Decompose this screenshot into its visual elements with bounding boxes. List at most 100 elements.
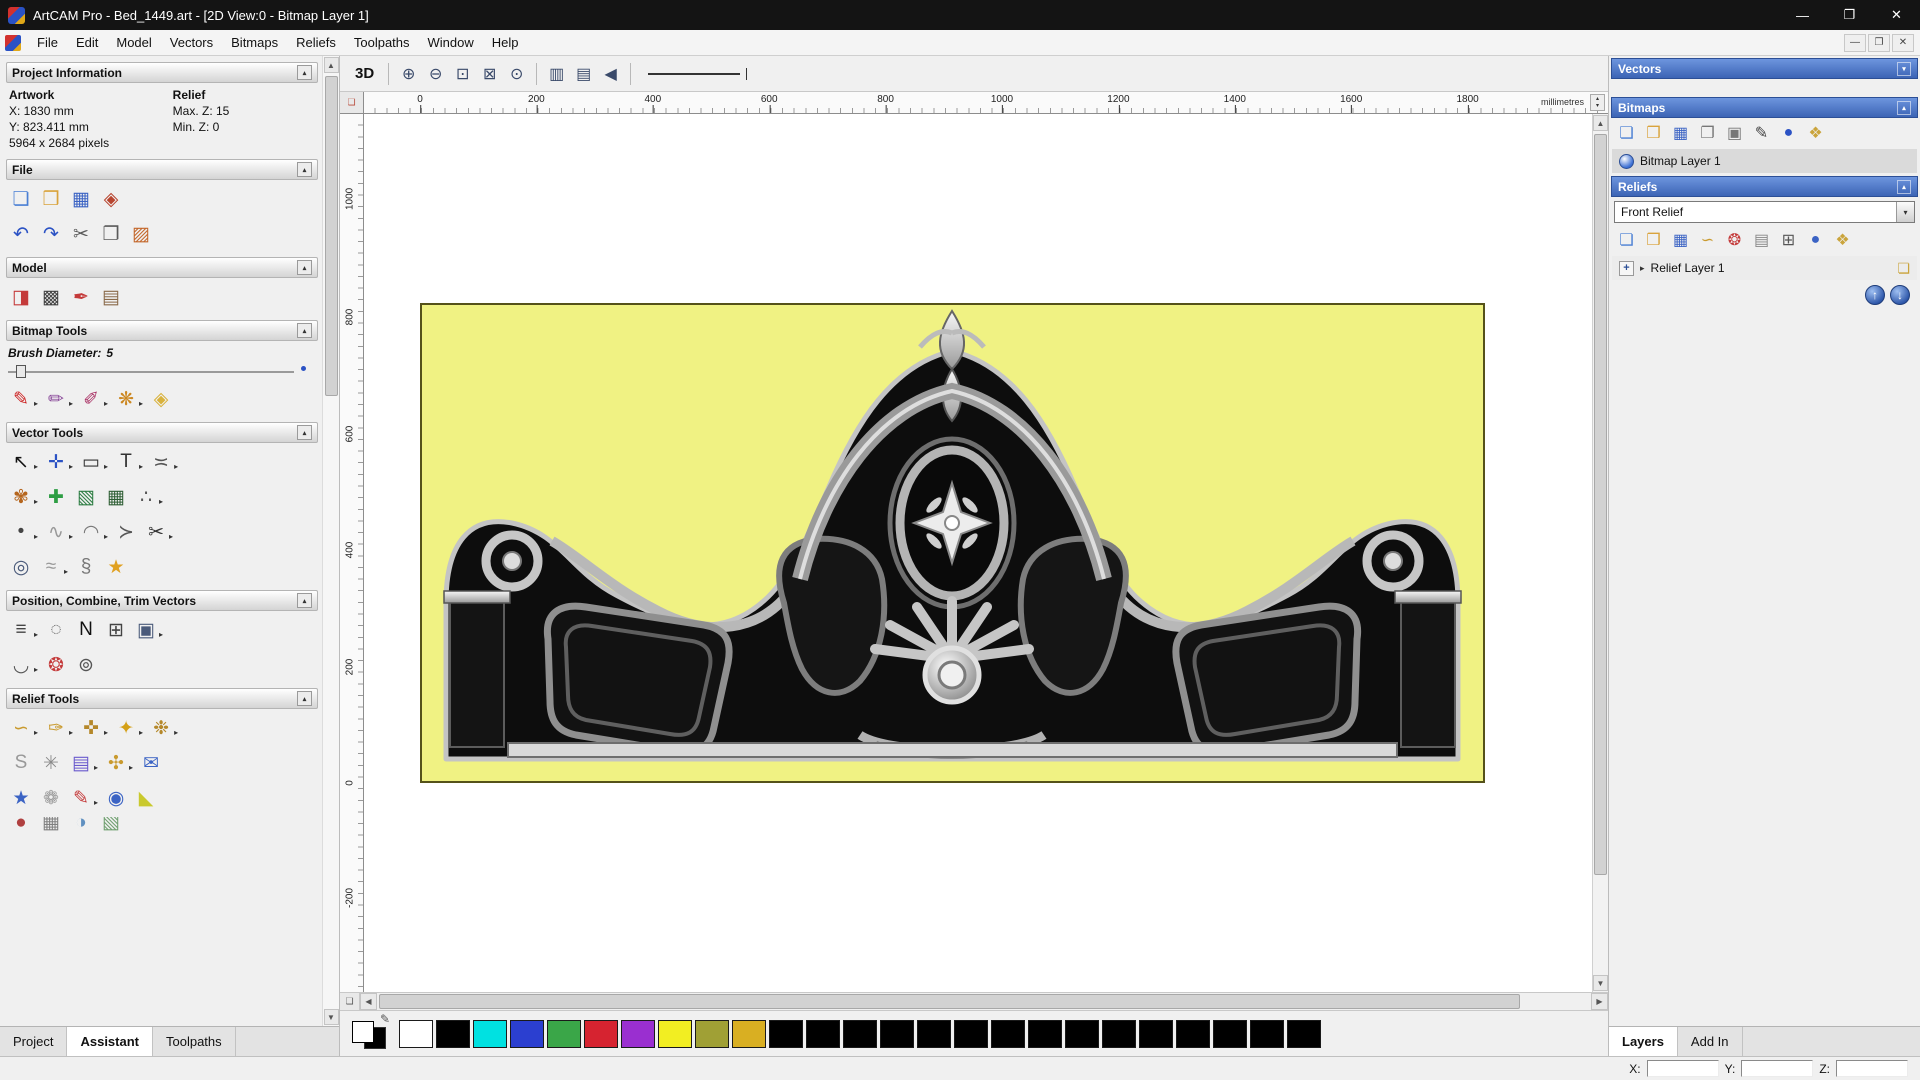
reliefs-header[interactable]: Reliefs ▴	[1611, 176, 1918, 197]
palette-swatch[interactable]	[695, 1019, 729, 1048]
flyout-arrow-icon[interactable]: ▸	[139, 462, 143, 471]
flyout-arrow-icon[interactable]: ▸	[94, 798, 98, 807]
combine-relief-icon[interactable]: ❂	[1722, 228, 1747, 252]
canvas-horizontal-scrollbar[interactable]: ❏ ◀ ▶	[340, 992, 1608, 1010]
flyout-arrow-icon[interactable]: ▸	[69, 462, 73, 471]
relief-colour-icon[interactable]: ❖	[1830, 228, 1855, 252]
set-model-size-icon[interactable]: ◨	[6, 282, 36, 312]
transform-vectors-icon[interactable]: ✛	[41, 447, 71, 477]
cut-icon[interactable]: ✂	[66, 219, 96, 249]
line-width-preview[interactable]	[648, 67, 748, 80]
open-model-icon[interactable]: ❒	[36, 184, 66, 214]
zoom-out-icon[interactable]: ⊖	[423, 62, 448, 86]
collapse-section-icon[interactable]: ▴	[297, 162, 312, 177]
copy-icon[interactable]: ❐	[96, 219, 126, 249]
tab-add-in[interactable]: Add In	[1678, 1027, 1743, 1056]
flyout-arrow-icon[interactable]: ▸	[139, 728, 143, 737]
scrollbar-track[interactable]	[324, 74, 339, 1008]
new-bitmap-layer-icon[interactable]: ❏	[1614, 121, 1639, 145]
save-bitmap-icon[interactable]: ▦	[1668, 121, 1693, 145]
bitmap-colour-icon[interactable]: ●	[1776, 121, 1801, 145]
slider-handle[interactable]	[16, 365, 26, 378]
flyout-arrow-icon[interactable]: ▸	[104, 532, 108, 541]
collapse-section-icon[interactable]: ▴	[297, 593, 312, 608]
flyout-arrow-icon[interactable]: ▸	[159, 630, 163, 639]
move-layer-down-button[interactable]: ↓	[1890, 285, 1910, 305]
relief-clipart-icon[interactable]: ▤	[66, 748, 96, 778]
palette-swatch[interactable]	[732, 1019, 766, 1048]
toggle-guides-icon[interactable]: ▤	[571, 62, 596, 86]
dynamic-sculpt-icon[interactable]: ✜	[76, 713, 106, 743]
colour-palette-icon[interactable]: ❋	[111, 384, 141, 414]
smooth-relief-icon[interactable]: ∽	[6, 713, 36, 743]
menu-item-vectors[interactable]: Vectors	[161, 32, 222, 53]
palette-swatch[interactable]	[399, 1019, 433, 1048]
zoom-in-icon[interactable]: ⊕	[396, 62, 421, 86]
flood-fill-icon[interactable]: ◈	[146, 384, 176, 414]
relief-greyscale-icon[interactable]: ▤	[1749, 228, 1774, 252]
expand-relief-layer-icon[interactable]: ▸	[1640, 263, 1645, 274]
menu-item-toolpaths[interactable]: Toolpaths	[345, 32, 419, 53]
flyout-arrow-icon[interactable]: ▸	[174, 728, 178, 737]
flyout-arrow-icon[interactable]: ▸	[34, 532, 38, 541]
scroll-left-icon[interactable]: ◀	[360, 993, 377, 1010]
undo-icon[interactable]: ↶	[6, 219, 36, 249]
shape-editor-icon[interactable]: ✦	[111, 713, 141, 743]
flyout-arrow-icon[interactable]: ▸	[104, 462, 108, 471]
slice-vectors-icon[interactable]: ⊚	[71, 650, 101, 680]
bridge-vectors-icon[interactable]: ∴	[131, 482, 161, 512]
close-button[interactable]: ✕	[1873, 0, 1920, 30]
flyout-arrow-icon[interactable]: ▸	[104, 399, 108, 408]
flyout-arrow-icon[interactable]: ▸	[139, 399, 143, 408]
palette-swatch[interactable]	[1250, 1019, 1284, 1048]
scrollbar-thumb[interactable]	[1594, 134, 1607, 875]
flyout-arrow-icon[interactable]: ▸	[69, 532, 73, 541]
zoom-window-icon[interactable]: ⊡	[450, 62, 475, 86]
tab-project[interactable]: Project	[0, 1027, 68, 1056]
palette-swatch[interactable]	[880, 1019, 914, 1048]
flyout-arrow-icon[interactable]: ▸	[34, 497, 38, 506]
clipped-tool-1-icon[interactable]: ●	[6, 817, 36, 831]
palette-swatch[interactable]	[436, 1019, 470, 1048]
collapse-vectors-icon[interactable]: ▾	[1897, 61, 1911, 76]
tab-assistant[interactable]: Assistant	[67, 1027, 153, 1056]
canvas-viewport[interactable]	[364, 114, 1592, 992]
ring-tool-icon[interactable]: ◎	[6, 552, 36, 582]
menu-item-bitmaps[interactable]: Bitmaps	[222, 32, 287, 53]
palette-swatch[interactable]	[917, 1019, 951, 1048]
circular-array-icon[interactable]: ◌	[41, 615, 71, 645]
transfer-relief-icon[interactable]: ∽	[1695, 228, 1720, 252]
collapse-section-icon[interactable]: ▴	[297, 260, 312, 275]
greyscale-preview-icon[interactable]: ▩	[36, 282, 66, 312]
flyout-arrow-icon[interactable]: ▸	[34, 462, 38, 471]
palette-swatch[interactable]	[769, 1019, 803, 1048]
calculate-relief-icon[interactable]: ⊞	[1776, 228, 1801, 252]
flyout-arrow-icon[interactable]: ▸	[69, 728, 73, 737]
ruler-corner-icon[interactable]: ❏	[340, 92, 364, 113]
palette-swatch[interactable]	[954, 1019, 988, 1048]
collapse-reliefs-icon[interactable]: ▴	[1897, 179, 1911, 194]
palette-swatch[interactable]	[1028, 1019, 1062, 1048]
trim-vectors-icon[interactable]: ✂	[141, 517, 171, 547]
flyout-arrow-icon[interactable]: ▸	[174, 462, 178, 471]
scroll-up-icon[interactable]: ▲	[323, 57, 339, 73]
palette-swatch[interactable]	[991, 1019, 1025, 1048]
weld-vectors-icon[interactable]: ❂	[41, 650, 71, 680]
tab-toolpaths[interactable]: Toolpaths	[153, 1027, 236, 1056]
flyout-arrow-icon[interactable]: ▸	[64, 567, 68, 576]
palette-swatch[interactable]	[843, 1019, 877, 1048]
brush-diameter-slider[interactable]	[8, 363, 308, 379]
create-polyline-icon[interactable]: ≻	[111, 517, 141, 547]
open-bitmap-icon[interactable]: ❒	[1641, 121, 1666, 145]
merge-vectors-icon[interactable]: ▣	[131, 615, 161, 645]
new-relief-layer-icon[interactable]: ❏	[1614, 228, 1639, 252]
scroll-down-icon[interactable]: ▼	[323, 1009, 339, 1025]
scroll-up-icon[interactable]: ▲	[1593, 115, 1608, 131]
palette-swatch[interactable]	[1287, 1019, 1321, 1048]
wave-tool-icon[interactable]: ≈	[36, 552, 66, 582]
measure-tool-icon[interactable]: ≍	[146, 447, 176, 477]
vertical-ruler[interactable]: 1000 800 600 400 200 0 -200	[340, 114, 364, 992]
add-relief-layer-button[interactable]: +	[1619, 260, 1634, 276]
child-close-button[interactable]: ✕	[1892, 33, 1914, 52]
paste-icon[interactable]: ▨	[126, 219, 156, 249]
